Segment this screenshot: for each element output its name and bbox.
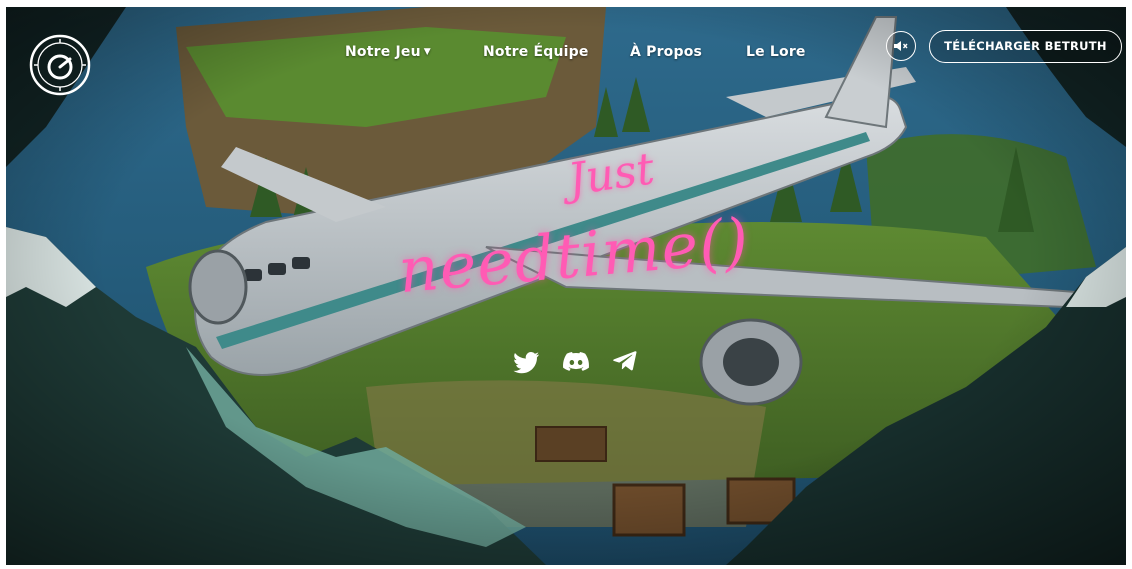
nav-item-notre-equipe[interactable]: Notre Équipe (483, 37, 589, 67)
nav-item-label: Notre Équipe (483, 44, 589, 60)
sound-toggle-button[interactable] (886, 31, 916, 61)
nav-item-le-lore[interactable]: Le Lore (746, 37, 806, 67)
nav-item-a-propos[interactable]: À Propos (630, 37, 702, 67)
twitter-link[interactable] (511, 347, 541, 377)
social-links (511, 347, 641, 377)
nav-item-label: Le Lore (746, 44, 806, 60)
nav-item-label: Notre Jeu (345, 44, 421, 60)
download-button[interactable]: TÉLÉCHARGER BETRUTH (929, 30, 1122, 63)
nav-item-label: À Propos (630, 44, 703, 60)
hero-section: Notre Jeu ▼ Notre Équipe À Propos Le Lore… (6, 7, 1126, 565)
telegram-link[interactable] (611, 347, 641, 377)
twitter-icon (513, 352, 540, 374)
hero-background-illustration (6, 7, 1126, 565)
discord-link[interactable] (561, 347, 591, 377)
chevron-down-icon: ▼ (423, 47, 431, 57)
telegram-icon (613, 351, 637, 371)
speaker-muted-icon (894, 41, 908, 51)
discord-icon (563, 352, 589, 371)
nav-item-notre-jeu[interactable]: Notre Jeu ▼ (345, 37, 431, 67)
